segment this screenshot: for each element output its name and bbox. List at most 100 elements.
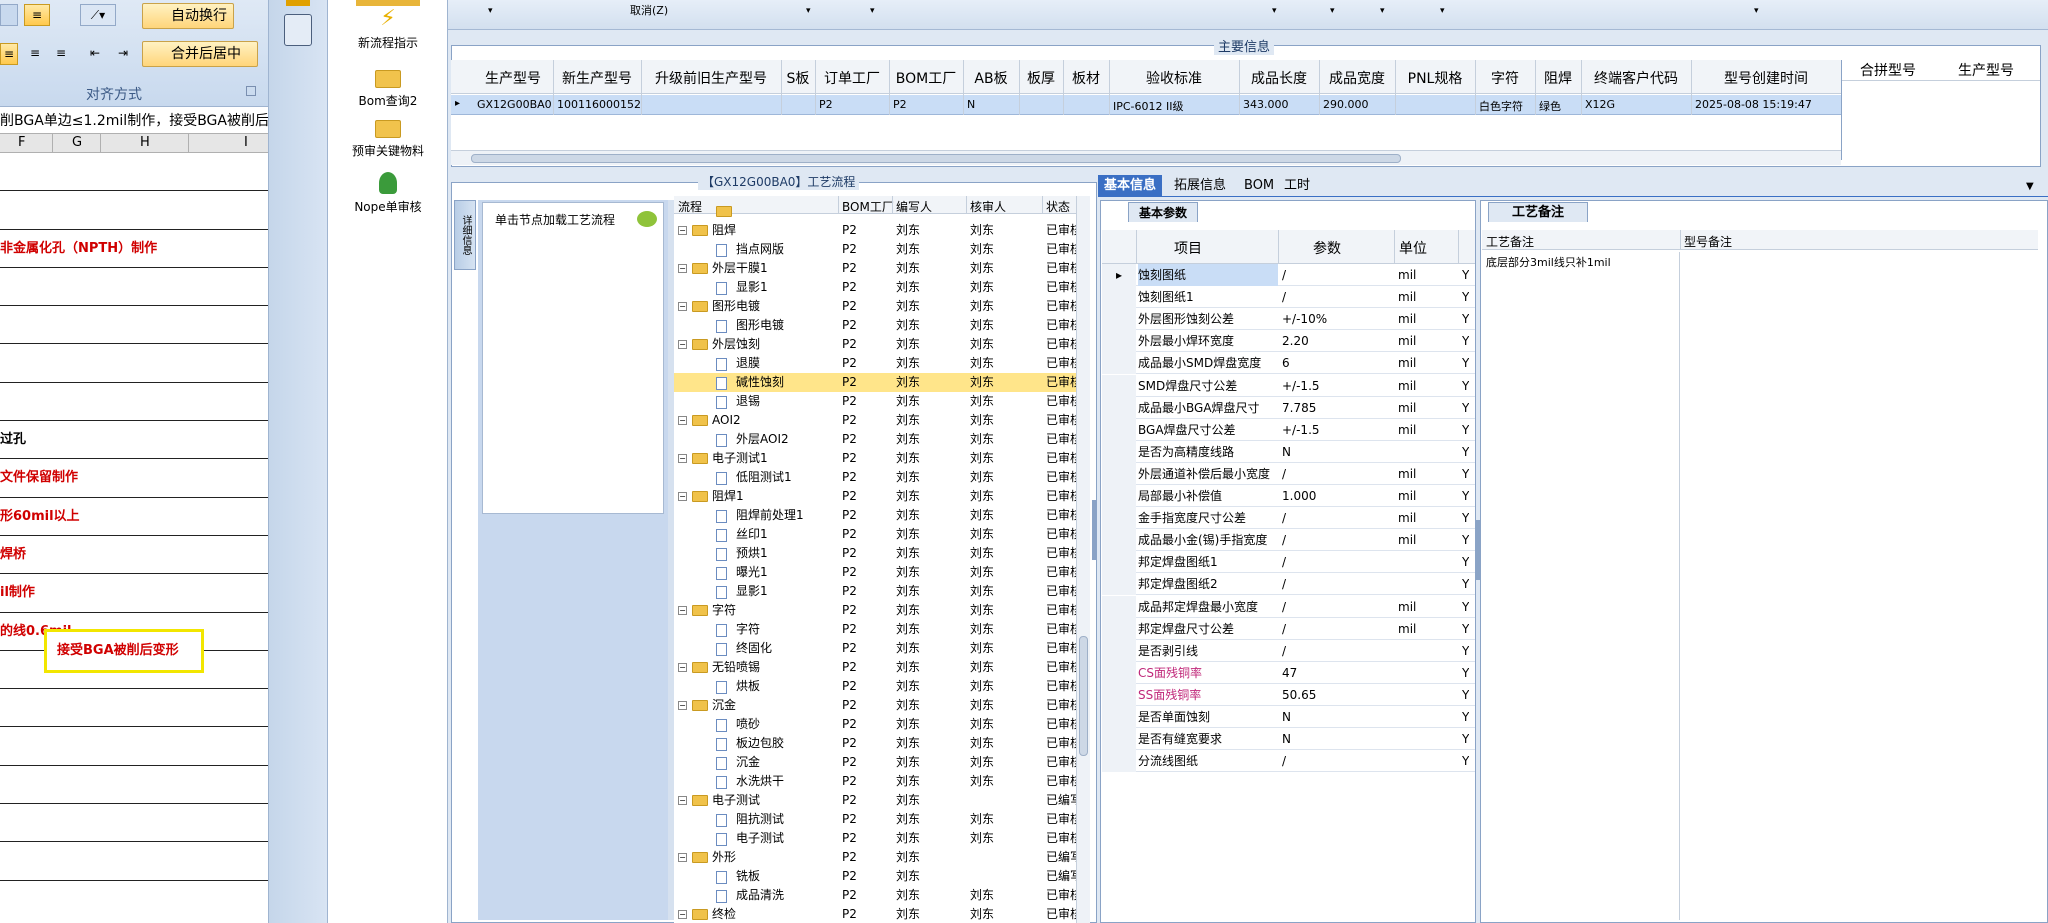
detail-tab[interactable]: 基本信息 [1098,175,1163,197]
chevron-down-icon[interactable]: ▾ [1330,6,1335,16]
launcher-item[interactable]: ⚡ 新流程指示 [328,8,448,58]
flow-tree-node[interactable]: 喷砂 P2 刘东 刘东 已审核 [674,715,1084,734]
param-col-header[interactable]: 参数 [1280,238,1374,258]
flow-tree-node[interactable]: 退锡 P2 刘东 刘东 已审核 [674,392,1084,411]
chevron-down-icon[interactable]: ▾ [488,6,493,16]
chevron-down-icon[interactable]: ▾ [1380,6,1385,16]
param-row[interactable]: 成品最小金(锡)手指宽度 / mil Y [1102,529,1475,552]
flow-tree-node[interactable]: 预烘1 P2 刘东 刘东 已审核 [674,544,1084,563]
excel-row[interactable] [0,345,268,383]
param-value[interactable]: N [1282,441,1392,463]
param-subtab[interactable]: 基本参数 [1128,202,1198,222]
excel-row[interactable]: 非金属化孔（NPTH）制作 [0,230,268,268]
chevron-down-icon[interactable]: ▾ [870,6,875,16]
param-row[interactable]: 成品邦定焊盘最小宽度 / mil Y [1102,595,1475,618]
main-hscroll-thumb[interactable] [471,154,1401,163]
main-cell[interactable]: N [967,98,1019,111]
param-row[interactable]: 是否有缝宽要求 N Y [1102,728,1475,751]
param-row[interactable]: 蚀刻图纸1 / mil Y [1102,286,1475,309]
param-value[interactable]: 7.785 [1282,397,1392,419]
detail-tab[interactable]: 拓展信息 [1168,175,1232,197]
param-row[interactable]: 成品最小SMD焊盘宽度 6 mil Y [1102,352,1475,375]
launcher-item[interactable]: Bom查询2 [328,70,448,120]
highlighted-cell[interactable]: 接受BGA被削后变形 [44,629,204,673]
main-col-header[interactable]: 成品宽度 [1319,68,1395,88]
flow-tree-node[interactable]: − 阻焊 P2 刘东 刘东 已审核 [674,221,1084,240]
param-row[interactable]: 邦定焊盘尺寸公差 / mil Y [1102,617,1475,640]
param-value[interactable]: / [1282,618,1392,640]
flow-vscroll-thumb[interactable] [1079,636,1088,756]
flow-tree-node[interactable]: 沉金 P2 刘东 刘东 已审核 [674,753,1084,772]
flow-tree-node[interactable]: − 外层蚀刻 P2 刘东 刘东 已审核 [674,335,1084,354]
excel-row[interactable] [0,153,268,192]
flow-tree-node[interactable]: 板边包胶 P2 刘东 刘东 已审核 [674,734,1084,753]
flow-collapse-handle[interactable] [1092,500,1097,560]
excel-row[interactable]: 文件保留制作 [0,459,268,498]
excel-row[interactable]: il制作 [0,574,268,613]
param-value[interactable]: / [1282,573,1392,595]
main-col-header[interactable]: 生产型号 [473,68,553,88]
flow-tree-node[interactable]: 阻焊前处理1 P2 刘东 刘东 已审核 [674,506,1084,525]
param-row[interactable]: BGA焊盘尺寸公差 +/-1.5 mil Y [1102,418,1475,441]
param-value[interactable]: / [1282,507,1392,529]
flow-tree-node[interactable]: − 图形电镀 P2 刘东 刘东 已审核 [674,297,1084,316]
param-value[interactable]: N [1282,706,1392,728]
excel-row[interactable] [0,766,268,805]
excel-row[interactable]: 过孔 [0,421,268,460]
detail-tab[interactable]: 工时 [1278,175,1316,197]
flow-tree-node[interactable]: 成品清洗 P2 刘东 刘东 已审核 [674,886,1084,905]
param-value[interactable]: / [1282,596,1392,618]
merged-model-grid[interactable]: 合拼型号 生产型号 [1841,60,2040,160]
param-value[interactable]: / [1282,640,1392,662]
column-header-f[interactable]: F [18,135,25,150]
param-row[interactable]: 是否为高精度线路 N Y [1102,440,1475,463]
main-col-header[interactable]: AB板 [963,68,1019,88]
param-col-header[interactable]: 项目 [1136,238,1240,258]
param-row[interactable]: 成品最小BGA焊盘尺寸 7.785 mil Y [1102,396,1475,419]
flow-hint-box[interactable]: 单击节点加载工艺流程 [482,202,664,514]
excel-row[interactable] [0,268,268,307]
collapse-toggle-icon[interactable]: − [678,796,687,805]
main-col-header[interactable]: 阻焊 [1535,68,1581,88]
main-col-header[interactable]: S板 [781,68,815,88]
main-col-header[interactable]: 板厚 [1019,68,1063,88]
increase-indent-button[interactable]: ⇥ [112,43,134,65]
flow-tree-node[interactable]: 烘板 P2 刘东 刘东 已审核 [674,677,1084,696]
excel-row[interactable]: 形60mil以上 [0,498,268,536]
decrease-indent-button[interactable]: ⇤ [84,43,106,65]
param-col-header[interactable]: 单位 [1390,238,1436,258]
param-grid[interactable]: 项目 参数 单位 ▸ 蚀刻图纸 / mil Y 蚀刻图纸1/mil Y 外层图形蚀刻公差 +/-10%… [1102,230,1475,923]
flow-tree-node[interactable]: 显影1 P2 刘东 刘东 已审核 [674,582,1084,601]
param-row[interactable]: 分流线图纸 / Y [1102,750,1475,773]
param-row[interactable]: 外层通道补偿后最小宽度 / mil Y [1102,462,1475,485]
param-value[interactable]: +/-1.5 [1282,419,1392,441]
flow-tree-node[interactable]: 曝光1 P2 刘东 刘东 已审核 [674,563,1084,582]
align-center-button[interactable]: ≡ [24,43,46,65]
strip-top-icon[interactable] [286,0,310,6]
flow-tree-node[interactable]: − 电子测试 P2 刘东 已编写 [674,791,1084,810]
collapse-toggle-icon[interactable]: − [678,264,687,273]
notes-tab[interactable]: 工艺备注 [1488,202,1588,222]
excel-row[interactable] [0,306,268,345]
param-value[interactable]: / [1282,264,1392,286]
flow-tree-node[interactable]: 电子测试 P2 刘东 刘东 已审核 [674,829,1084,848]
align-middle-button[interactable]: ≡ [24,4,50,26]
param-value[interactable]: +/-1.5 [1282,375,1392,397]
chevron-down-icon[interactable]: ▾ [806,6,811,16]
main-col-header[interactable]: BOM工厂 [889,68,963,88]
param-value[interactable]: 1.000 [1282,485,1392,507]
flow-tree-node[interactable]: 显影1 P2 刘东 刘东 已审核 [674,278,1084,297]
main-col-header[interactable]: 板材 [1063,68,1109,88]
collapse-toggle-icon[interactable]: − [678,853,687,862]
param-value[interactable]: 2.20 [1282,330,1392,352]
side-col-header[interactable]: 合拼型号 [1860,60,1916,80]
side-col-header[interactable]: 生产型号 [1958,60,2014,80]
chevron-down-icon[interactable]: ▾ [1272,6,1277,16]
notes-collapse-handle[interactable] [1476,520,1480,580]
main-cell[interactable]: 绿色 [1539,98,1581,114]
flow-tree-node[interactable]: 丝印1 P2 刘东 刘东 已审核 [674,525,1084,544]
param-row[interactable]: 局部最小补偿值 1.000 mil Y [1102,485,1475,507]
flow-tree-node[interactable]: 字符 P2 刘东 刘东 已审核 [674,620,1084,639]
orientation-button[interactable]: ⟋▾ [80,4,116,26]
column-header-h[interactable]: H [140,135,150,150]
